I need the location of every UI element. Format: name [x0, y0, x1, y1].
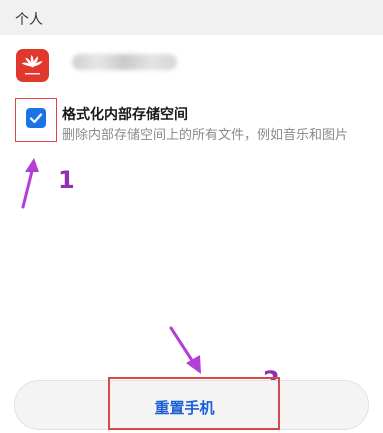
- annotation-arrow-2-icon: [169, 326, 201, 374]
- format-storage-title: 格式化内部存储空间: [62, 107, 188, 123]
- huawei-logo-icon: [16, 49, 49, 82]
- annotation-step-1: 1: [58, 166, 75, 194]
- annotation-arrow-1-icon: [21, 158, 39, 209]
- reset-button-highlight-box: [108, 377, 280, 430]
- format-storage-option[interactable]: 格式化内部存储空间 删除内部存储空间上的所有文件，例如音乐和图片: [0, 95, 383, 175]
- section-header: 个人: [0, 0, 383, 35]
- format-storage-description: 删除内部存储空间上的所有文件，例如音乐和图片: [62, 128, 349, 143]
- account-row: [0, 40, 383, 95]
- format-storage-checkbox[interactable]: [26, 108, 46, 128]
- account-name-redacted: [72, 54, 177, 70]
- checkmark-icon: [29, 113, 43, 124]
- section-title: 个人: [15, 12, 43, 28]
